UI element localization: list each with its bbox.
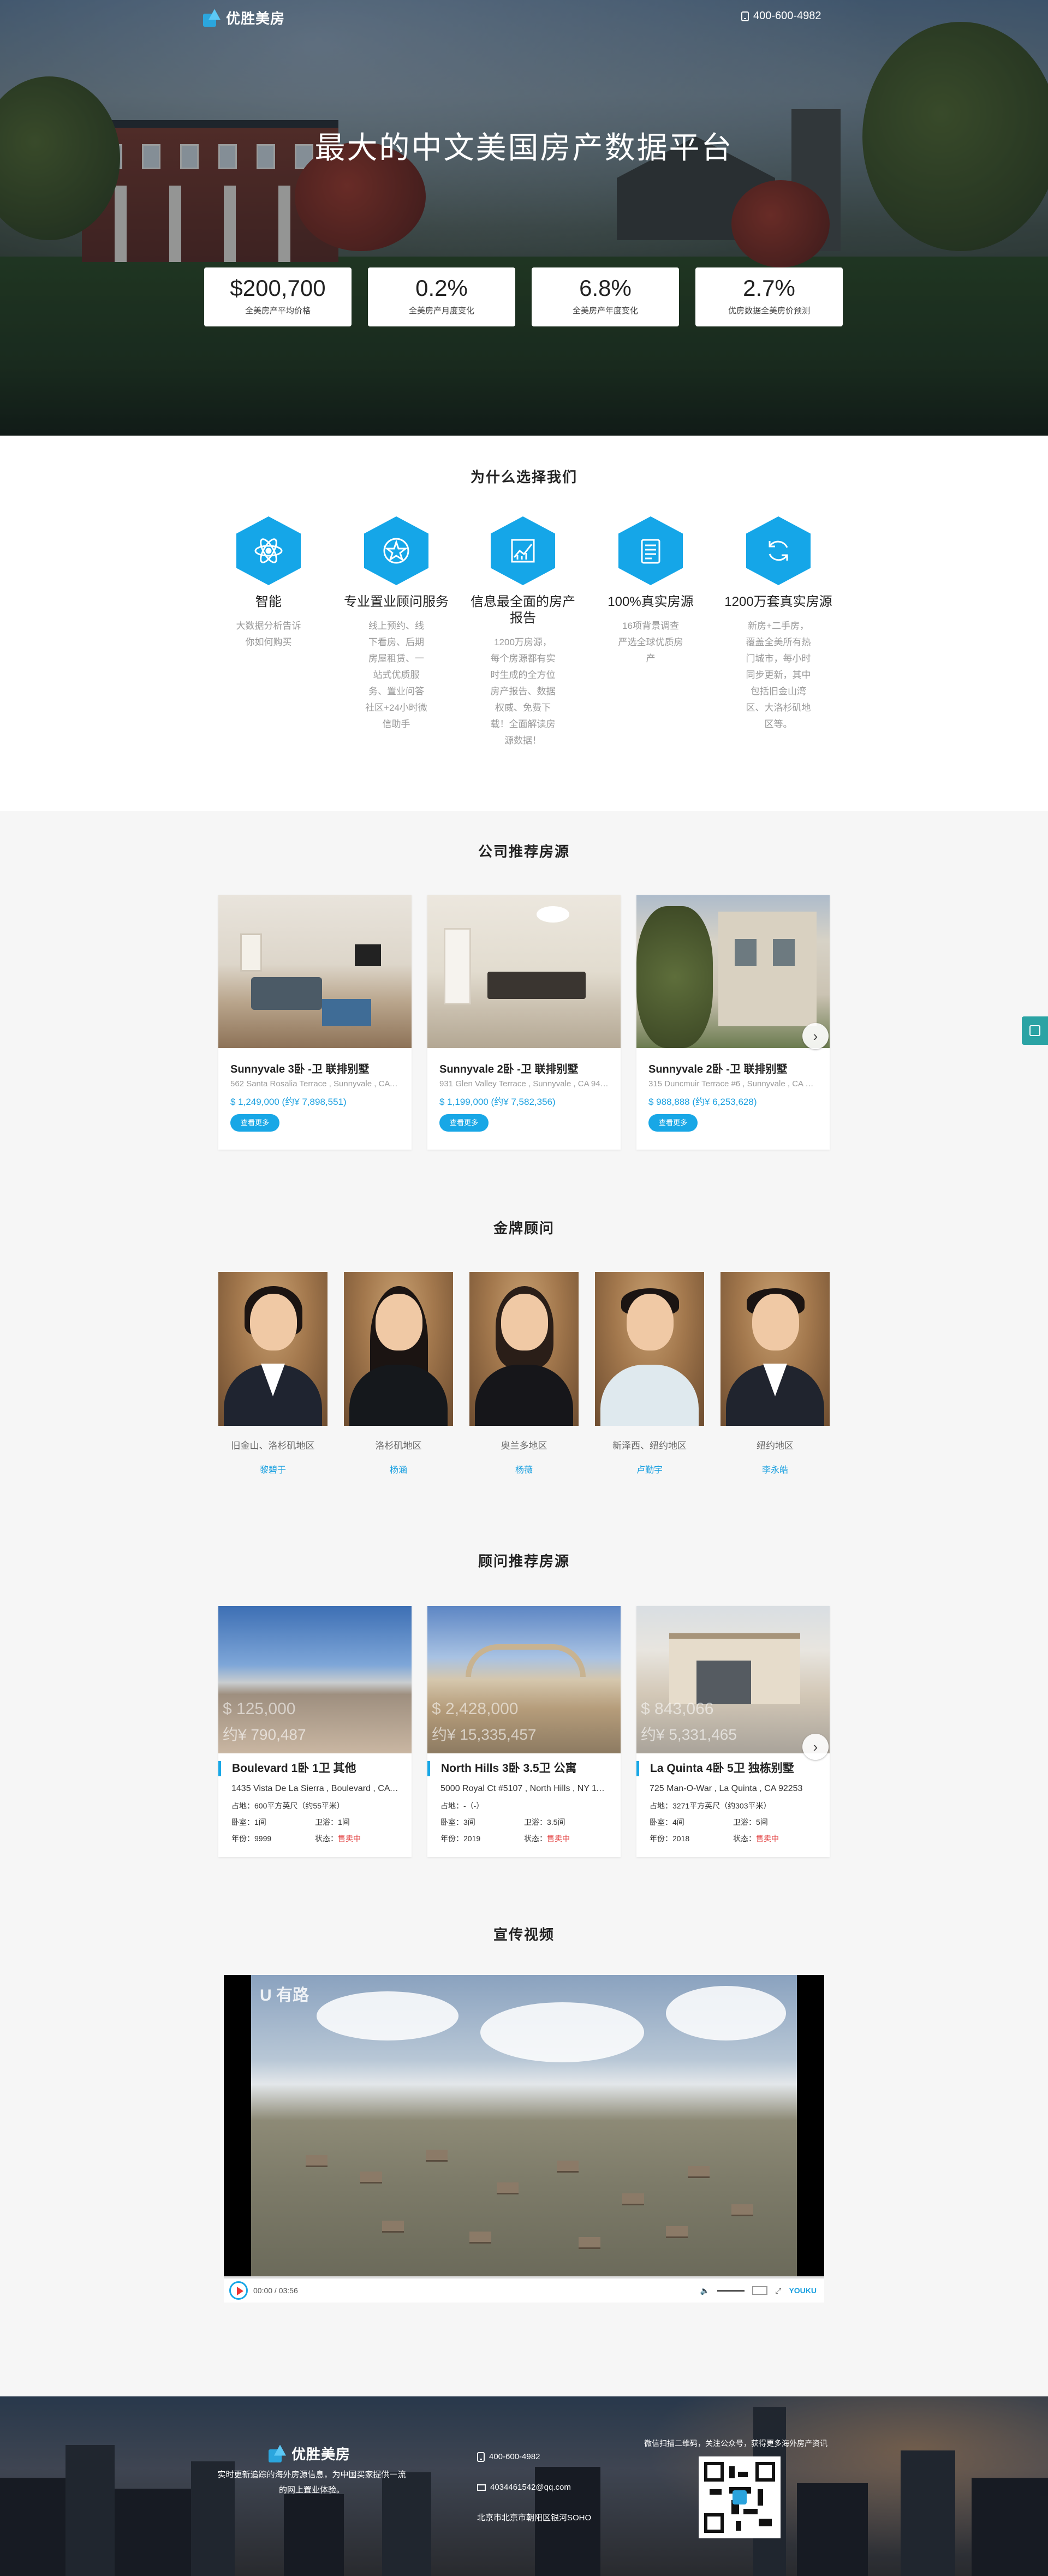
wechat-qr-code (699, 2456, 781, 2538)
advisor-card[interactable]: 新泽西、纽约地区 卢勤宇 (595, 1272, 704, 1476)
status-badge: 售卖中 (756, 1834, 779, 1843)
listing-photo[interactable] (218, 895, 412, 1048)
footer-description: 实时更新追踪的海外房源信息，为中国买家提供一流的网上置业体验。 (217, 2470, 406, 2495)
why-us-section: 为什么选择我们 智能 大数据分析告诉你如何购买 专业置业顾问服务 线上预约、线下… (0, 436, 1048, 811)
view-more-button[interactable]: 查看更多 (648, 1114, 698, 1132)
promo-video-player[interactable]: U 有路 00:00 / 03:56 🔈 ⤢ YOUKU (224, 1975, 824, 2303)
hero-title: 最大的中文美国房产数据平台 (314, 130, 734, 165)
volume-slider[interactable] (717, 2289, 745, 2292)
advisor-photo[interactable] (595, 1272, 704, 1426)
logo-house-icon (203, 9, 222, 27)
footer: 优胜美房 实时更新追踪的海外房源信息，为中国买家提供一流的网上置业体验。 400… (0, 2396, 1048, 2576)
status-badge: 售卖中 (547, 1834, 570, 1843)
view-more-button[interactable]: 查看更多 (439, 1114, 489, 1132)
advisor-photo[interactable] (469, 1272, 579, 1426)
chart-icon (491, 516, 555, 585)
carousel-next-button[interactable]: › (802, 1023, 829, 1049)
section-title: 为什么选择我们 (470, 469, 577, 485)
advisor-name-link[interactable]: 李永皓 (720, 1462, 830, 1476)
advisor-card[interactable]: 奥兰多地区 杨薇 (469, 1272, 579, 1476)
feature-advisor-service: 专业置业顾问服务 线上预约、线下看房、后期房屋租赁、一站式优质服务、置业问答社区… (342, 516, 451, 733)
video-progress-bar[interactable] (224, 2276, 824, 2278)
fullscreen-icon[interactable]: ⤢ (775, 2286, 781, 2295)
top-navbar: 优胜美房 400-600-4982 (0, 0, 1048, 35)
feature-report: 信息最全面的房产报告 1200万房源，每个房源都有实时生成的全方位房产报告、数据… (468, 516, 577, 749)
footer-address: 北京市北京市朝阳区银河SOHO (477, 2513, 592, 2523)
stat-yearly-change: 6.8% 全美房产年度变化 (532, 267, 679, 326)
contact-icon (1029, 1025, 1040, 1036)
listing-card[interactable]: $ 2,428,000 约¥ 15,335,457 North Hills 3卧… (427, 1606, 621, 1857)
listing-photo[interactable]: $ 2,428,000 约¥ 15,335,457 (427, 1606, 621, 1753)
section-title: 顾问推荐房源 (478, 1553, 570, 1569)
advisor-name-link[interactable]: 卢勤宇 (595, 1462, 704, 1476)
phone-icon (477, 2452, 485, 2462)
settings-icon[interactable] (752, 2286, 768, 2295)
star-badge-icon (364, 516, 428, 585)
floating-contact-tab[interactable] (1022, 1016, 1048, 1045)
section-title: 金牌顾问 (493, 1220, 555, 1236)
footer-email[interactable]: 4034461542@qq.com (490, 2479, 571, 2496)
stat-avg-price: $200,700 全美房产平均价格 (204, 267, 352, 326)
listing-card[interactable]: Sunnyvale 2卧 -卫 联排别墅 315 Duncmuir Terrac… (636, 895, 830, 1150)
listing-photo[interactable]: $ 843,066 约¥ 5,331,465 (636, 1606, 830, 1753)
feature-smart: 智能 大数据分析告诉你如何购买 (214, 516, 323, 651)
stat-monthly-change: 0.2% 全美房产月度变化 (368, 267, 515, 326)
listing-card[interactable]: $ 843,066 约¥ 5,331,465 La Quinta 4卧 5卫 独… (636, 1606, 830, 1857)
listing-card[interactable]: $ 125,000 约¥ 790,487 Boulevard 1卧 1卫 其他 … (218, 1606, 412, 1857)
advisor-card[interactable]: 洛杉矶地区 杨涵 (344, 1272, 453, 1476)
advisor-card[interactable]: 旧金山、洛杉矶地区 黎碧于 (218, 1272, 327, 1476)
play-button[interactable] (229, 2281, 248, 2300)
listing-photo[interactable]: $ 125,000 约¥ 790,487 (218, 1606, 412, 1753)
listing-card[interactable]: Sunnyvale 2卧 -卫 联排别墅 931 Glen Valley Ter… (427, 895, 621, 1150)
site-logo[interactable]: 优胜美房 (203, 8, 285, 28)
video-time: 00:00 / 03:56 (253, 2286, 298, 2295)
section-title: 公司推荐房源 (478, 843, 570, 860)
video-brand: YOUKU (789, 2286, 817, 2295)
atom-icon (236, 516, 301, 585)
logo-house-icon (269, 2444, 287, 2462)
section-title: 宣传视频 (493, 1926, 555, 1943)
advisor-name-link[interactable]: 杨薇 (469, 1462, 579, 1476)
footer-logo[interactable]: 优胜美房 (269, 2443, 350, 2464)
chevron-right-icon: › (813, 1027, 818, 1044)
video-frame[interactable]: U 有路 (251, 1975, 797, 2278)
refresh-icon (746, 516, 811, 585)
hotline[interactable]: 400-600-4982 (741, 10, 821, 22)
qr-caption: 微信扫描二维码，关注公众号，获得更多海外房产资讯 (644, 2439, 827, 2448)
market-stats: $200,700 全美房产平均价格 0.2% 全美房产月度变化 6.8% 全美房… (204, 267, 843, 326)
advisor-name-link[interactable]: 杨涵 (344, 1462, 453, 1476)
footer-phone[interactable]: 400-600-4982 (489, 2449, 540, 2465)
mail-icon (477, 2484, 486, 2491)
footer-contact: 400-600-4982 4034461542@qq.com 北京市北京市朝阳区… (477, 2449, 591, 2541)
listing-photo[interactable] (427, 895, 621, 1048)
hero-banner: 优胜美房 400-600-4982 最大的中文美国房产数据平台 $200,700… (0, 0, 1048, 436)
phone-icon (741, 11, 749, 21)
advisor-photo[interactable] (720, 1272, 830, 1426)
advisor-card[interactable]: 纽约地区 李永皓 (720, 1272, 830, 1476)
view-more-button[interactable]: 查看更多 (230, 1114, 279, 1132)
feature-real-listings: 100%真实房源 16项背景调查严选全球优质房产 (596, 516, 705, 667)
volume-icon[interactable]: 🔈 (700, 2286, 710, 2295)
video-controls: 00:00 / 03:56 🔈 ⤢ YOUKU (224, 2276, 824, 2303)
status-badge: 售卖中 (338, 1834, 361, 1843)
feature-12m-listings: 1200万套真实房源 新房+二手房，覆盖全美所有热门城市，每小时同步更新，其中包… (724, 516, 833, 733)
listing-card[interactable]: Sunnyvale 3卧 -卫 联排别墅 562 Santa Rosalia T… (218, 895, 412, 1150)
chevron-right-icon: › (813, 1738, 818, 1755)
advisor-photo[interactable] (218, 1272, 327, 1426)
video-watermark: U 有路 (260, 1986, 309, 2004)
stat-forecast: 2.7% 优房数据全美房价预测 (695, 267, 843, 326)
carousel-next-button[interactable]: › (802, 1734, 829, 1760)
document-icon (618, 516, 683, 585)
advisor-photo[interactable] (344, 1272, 453, 1426)
listing-photo[interactable] (636, 895, 830, 1048)
advisor-name-link[interactable]: 黎碧于 (218, 1462, 327, 1476)
